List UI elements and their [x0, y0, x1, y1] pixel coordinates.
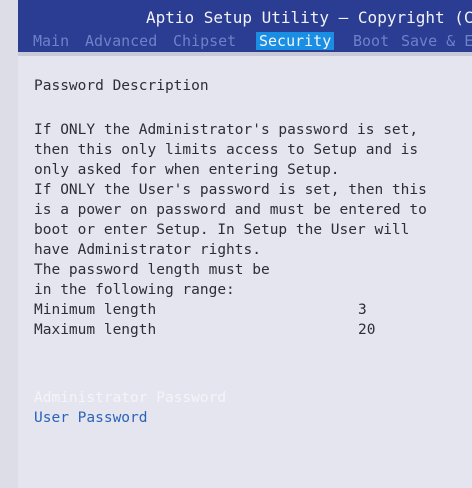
user-password-item[interactable]: User Password — [34, 410, 148, 426]
section-heading: Password Description — [34, 78, 209, 94]
administrator-password-item[interactable]: Administrator Password — [34, 390, 226, 406]
description-line: If ONLY the User's password is set, then… — [34, 182, 427, 198]
monitor-bezel — [0, 0, 18, 488]
max-length-value: 20 — [358, 322, 376, 338]
description-line: is a power on password and must be enter… — [34, 202, 427, 218]
min-length-label: Minimum length — [34, 302, 157, 318]
tab-main[interactable]: Main — [30, 32, 72, 50]
description-line: If ONLY the Administrator's password is … — [34, 122, 419, 138]
description-line: have Administrator rights. — [34, 242, 261, 258]
description-line: in the following range: — [34, 282, 235, 298]
menu-bar: Main Advanced Chipset Security Boot Save… — [18, 30, 472, 52]
description-line: only asked for when entering Setup. — [34, 162, 340, 178]
tab-chipset[interactable]: Chipset — [170, 32, 239, 50]
content-panel: Password Description If ONLY the Adminis… — [18, 52, 472, 488]
tab-save-exit[interactable]: Save & E — [398, 32, 472, 50]
max-length-label: Maximum length — [34, 322, 157, 338]
tab-security[interactable]: Security — [256, 32, 335, 50]
description-line: then this only limits access to Setup an… — [34, 142, 419, 158]
header-bar: Aptio Setup Utility – Copyright (C) Main… — [18, 0, 472, 52]
min-length-value: 3 — [358, 302, 367, 318]
bios-screen: Aptio Setup Utility – Copyright (C) Main… — [18, 0, 472, 488]
tab-boot[interactable]: Boot — [350, 32, 392, 50]
tab-advanced[interactable]: Advanced — [82, 32, 160, 50]
app-title: Aptio Setup Utility – Copyright (C) — [146, 8, 472, 27]
description-line: The password length must be — [34, 262, 270, 278]
description-line: boot or enter Setup. In Setup the User w… — [34, 222, 410, 238]
